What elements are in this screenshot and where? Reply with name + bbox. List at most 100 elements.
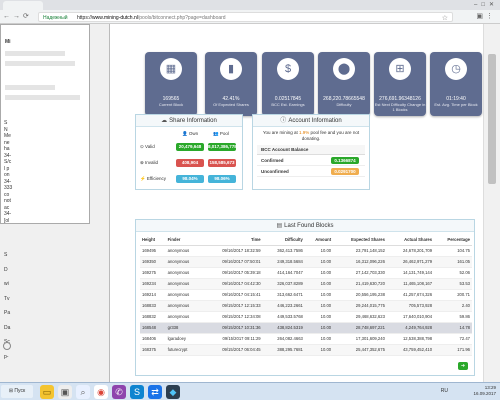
balance-title: BCC Account Balance [257, 145, 365, 155]
column-header[interactable]: Difficulty [262, 234, 305, 246]
last-blocks-header: ▤ Last Found Blocks [136, 220, 474, 232]
cell-finder: anonymous [165, 245, 203, 257]
cell-pct: 104.75 [434, 245, 472, 257]
file-explorer-icon[interactable]: ▭ [40, 385, 54, 399]
computer-icon[interactable]: ▣ [58, 385, 72, 399]
browser-tab[interactable] [3, 1, 43, 10]
table-row[interactable]: 169275 anonymous 09/16/2017 05:39:18 414,16… [140, 267, 472, 279]
cell-height: 169234 [140, 278, 166, 290]
column-header[interactable]: Percentage [434, 234, 472, 246]
sitemap-icon: ⊞ [389, 58, 411, 80]
col-pool: 👥 Pool [213, 131, 229, 137]
share-row-text: Valid [145, 144, 155, 149]
nav-buttons[interactable]: ←→⟳ [3, 12, 32, 20]
table-row[interactable]: 168833 anonymous 09/15/2017 12:15:33 446,22… [140, 300, 472, 312]
cell-time: 09/16/2017 05:39:18 [202, 267, 263, 279]
stat-label: Of Expected Shares [213, 102, 249, 107]
cell-finder: futurecrypt [165, 344, 203, 356]
url-omnibox[interactable]: Надежный https://www.mining-dutch.nl/poo… [38, 12, 453, 22]
table-row[interactable]: 169234 anonymous 09/16/2017 04:42:30 326,03… [140, 278, 472, 290]
fee-note-prefix: You are mining at [262, 130, 300, 135]
col-own-label: Own [188, 131, 199, 136]
cell-finder: anonymous [165, 267, 203, 279]
scroll-thumb[interactable] [488, 54, 496, 184]
background-text: 34- [4, 211, 12, 217]
table-row[interactable]: 168406 lgaradoey 09/15/2017 09:11:29 264,08… [140, 333, 472, 345]
stat-card: ⊞ 276,691.96348126 Est Next Difficulty Cha… [374, 52, 426, 116]
cell-height: 168375 [140, 344, 166, 356]
skype-icon[interactable]: S [130, 385, 144, 399]
page-scrollbar[interactable] [483, 24, 500, 382]
app-icon[interactable]: ◆ [166, 385, 180, 399]
url-host: www.mining-dutch.nl [92, 15, 138, 21]
cell-expected: 28,748,697,221 [333, 322, 387, 334]
last-blocks-title: Last Found Blocks [284, 223, 334, 229]
export-button[interactable]: ➜ [458, 362, 468, 370]
search-icon[interactable]: ⌕ [76, 385, 90, 399]
stat-card: ▮ 42.41% Of Expected Shares [205, 52, 257, 116]
table-row[interactable]: 169350 anonymous 09/16/2017 07:50:01 249,31… [140, 256, 472, 268]
table-row[interactable]: 168832 anonymous 09/15/2017 12:34:08 449,53… [140, 311, 472, 323]
cell-actual: 12,538,388,798 [386, 333, 435, 345]
column-header[interactable]: Actual Shares [386, 234, 435, 246]
column-header[interactable]: Finder [165, 234, 203, 246]
col-pool-label: Pool [219, 131, 229, 136]
background-window: Mi S N Me ne ha 34- S/c l p on 34- 333 co not ac 34- [o… [0, 24, 110, 382]
cell-difficulty: 438,824.5319 [262, 322, 305, 334]
cell-actual: 43,759,452,410 [386, 344, 435, 356]
cell-height: 168833 [140, 300, 166, 312]
viber-icon[interactable]: ✆ [112, 385, 126, 399]
cell-amount: 10.00 [304, 289, 334, 301]
lightning-icon: ⚡ [140, 176, 147, 181]
cell-amount: 10.00 [304, 267, 334, 279]
start-label: Пуск [14, 388, 26, 394]
cell-time: 09/16/2017 04:42:30 [202, 278, 263, 290]
column-header[interactable]: Expected Shares [333, 234, 387, 246]
radio-icon[interactable] [3, 342, 11, 350]
account-info-header: ⓘ Account Information [253, 115, 369, 127]
users-icon: 👥 [213, 131, 220, 136]
stat-card: ◷ 01:19:40 Est. Avg. Time per Block [430, 52, 482, 116]
bookmark-star-icon[interactable]: ☆ [442, 14, 448, 22]
teamviewer-icon[interactable]: ⇄ [148, 385, 162, 399]
cell-difficulty: 326,037.8289 [262, 278, 305, 290]
cell-time: 09/15/2017 09:11:29 [202, 333, 263, 345]
column-header[interactable]: Time [202, 234, 263, 246]
column-header[interactable]: Height [140, 234, 166, 246]
table-row[interactable]: 169495 anonymous 09/16/2017 18:32:59 362,41… [140, 245, 472, 257]
cell-finder: lgaradoey [165, 333, 203, 345]
stat-label: Est. Avg. Time per Block [434, 102, 478, 107]
cell-actual: 26,462,971,279 [386, 256, 435, 268]
share-row-label: ⊙ Valid [140, 144, 155, 150]
start-button[interactable]: ⊞ Пуск [1, 385, 33, 398]
table-row[interactable]: 168375 futurecrypt 09/15/2017 06:04:45 388,… [140, 344, 472, 356]
extension-icons[interactable]: ▣⋮ [476, 12, 496, 20]
cell-difficulty: 313,662.6471 [262, 289, 305, 301]
table-row[interactable]: 169214 anonymous 09/16/2017 04:15:41 313,66… [140, 289, 472, 301]
cell-expected: 20,556,195,238 [333, 289, 387, 301]
system-clock[interactable]: 13:29 16.09.2017 [473, 385, 496, 397]
cell-amount: 10.00 [304, 322, 334, 334]
cell-difficulty: 362,413.7586 [262, 245, 305, 257]
cell-amount: 10.00 [304, 311, 334, 323]
chrome-icon[interactable]: ◉ [94, 385, 108, 399]
fee-note: You are mining at 1.9% pool fee and you … [257, 130, 365, 142]
cloud-icon: ☁ [161, 118, 168, 124]
column-header[interactable]: Amount [304, 234, 334, 246]
language-indicator[interactable]: RU [441, 388, 448, 394]
background-text: 333 [4, 185, 13, 191]
table-row[interactable]: 168548 gr338 09/15/2017 10:31:36 438,824.53… [140, 322, 472, 334]
stat-label: BCC Est. Earnings [271, 102, 305, 107]
cell-pct: 2.40 [434, 300, 472, 312]
background-line [5, 61, 75, 66]
stat-card: ⬤ 268,220.78665548 Difficulty [318, 52, 370, 116]
cell-finder: gr338 [165, 322, 203, 334]
fee-value: 1.9% [299, 130, 310, 135]
background-text: S [4, 252, 8, 258]
table-header-row: Height Finder Time Difficulty Amount Expected… [140, 234, 472, 246]
url-path: /pools/bitconnect.php?page=dashboard [137, 15, 226, 21]
window-controls[interactable]: –□✕ [474, 1, 498, 8]
secure-label: Надежный [43, 15, 68, 21]
share-info-header: ☁ Share Information [136, 115, 242, 127]
cell-finder: anonymous [165, 300, 203, 312]
